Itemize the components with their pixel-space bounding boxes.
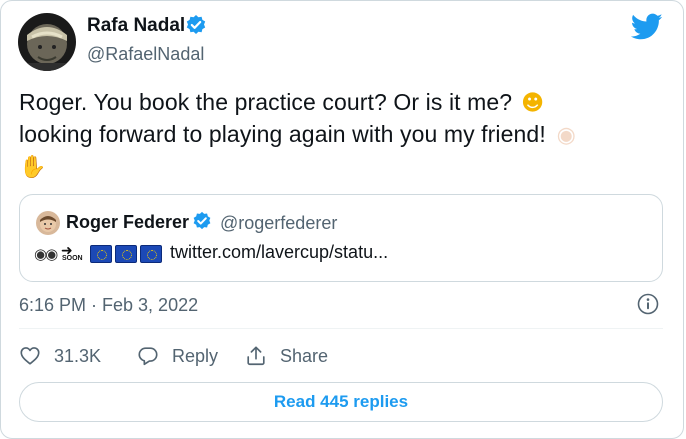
quoted-author-handle: @rogerfederer bbox=[220, 213, 338, 233]
heart-icon bbox=[20, 347, 40, 365]
quoted-author-avatar[interactable] bbox=[36, 211, 60, 235]
soon-label: SOON bbox=[62, 255, 83, 262]
read-replies-button[interactable]: Read 445 replies bbox=[19, 382, 663, 422]
divider bbox=[19, 328, 663, 329]
eu-flag-icon bbox=[90, 245, 112, 263]
eyes-icon: ◉◉ bbox=[34, 245, 58, 263]
like-count: 31.3K bbox=[54, 345, 102, 366]
quoted-author-name: Roger Federer bbox=[66, 212, 190, 232]
tweet-card: Rafa Nadal @RafaelNadal Roger. You book … bbox=[0, 0, 684, 439]
eu-flag-icon bbox=[140, 245, 162, 263]
author-avatar[interactable] bbox=[18, 13, 76, 71]
winking-face-icon: ☻ bbox=[521, 91, 545, 116]
share-label: Share bbox=[280, 345, 329, 366]
quoted-emoji-row: ◉◉ ➜ SOON bbox=[34, 243, 162, 265]
quoted-verified-badge-icon bbox=[193, 211, 211, 230]
quoted-link[interactable]: twitter.com/lavercup/statu... bbox=[170, 242, 388, 263]
tweet-timestamp[interactable]: 6:16 PM · Feb 3, 2022 bbox=[19, 295, 198, 316]
flexed-biceps-icon: ◉ bbox=[556, 123, 576, 148]
soon-arrow-icon: ➜ SOON bbox=[61, 243, 83, 262]
tweet-text-line2: looking forward to playing again with yo… bbox=[19, 121, 546, 147]
info-icon[interactable] bbox=[637, 293, 659, 315]
twitter-bird-icon[interactable] bbox=[631, 13, 663, 41]
tweet-text-line1: Roger. You book the practice court? Or i… bbox=[19, 89, 513, 115]
author-handle[interactable]: @RafaelNadal bbox=[87, 44, 204, 65]
eu-flag-icon bbox=[115, 245, 137, 263]
reply-button[interactable]: Reply bbox=[137, 343, 218, 369]
clapping-hands-icon: ✋ bbox=[19, 155, 47, 180]
reply-bubble-icon bbox=[138, 347, 158, 366]
quoted-tweet[interactable]: Roger Federer @rogerfederer ◉◉ ➜ SOON tw… bbox=[19, 194, 663, 282]
author-name[interactable]: Rafa Nadal bbox=[87, 15, 185, 37]
like-button[interactable]: 31.3K bbox=[19, 343, 101, 369]
tweet-text: Roger. You book the practice court? Or i… bbox=[19, 87, 659, 183]
read-replies-label: Read 445 replies bbox=[273, 392, 409, 411]
verified-badge-icon bbox=[186, 15, 206, 34]
share-icon bbox=[247, 346, 265, 366]
reply-label: Reply bbox=[172, 345, 219, 366]
share-button[interactable]: Share bbox=[245, 343, 328, 369]
